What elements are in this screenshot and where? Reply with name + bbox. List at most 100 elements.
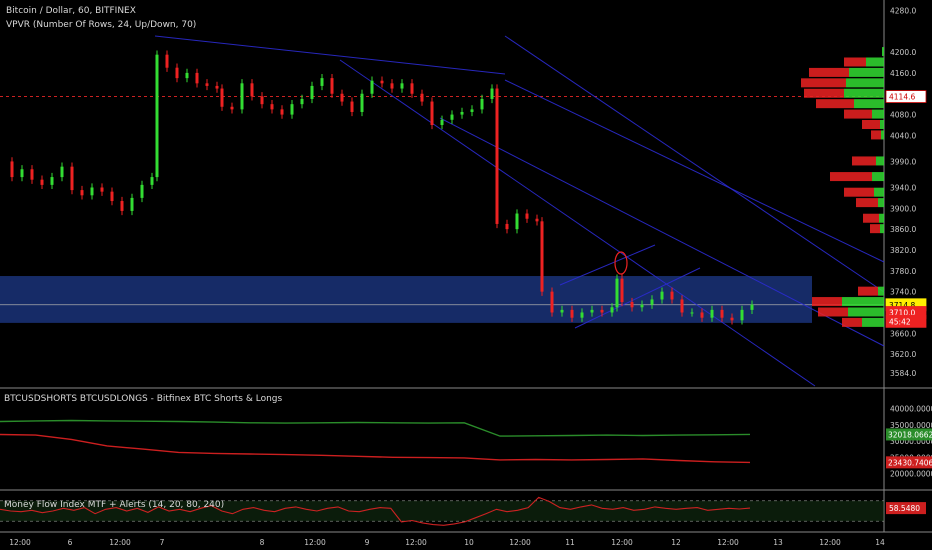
vpvr-up-bar xyxy=(882,47,884,57)
candle-body xyxy=(495,88,499,224)
candle-body xyxy=(700,312,704,318)
candle-body xyxy=(290,104,294,115)
trend-channel-line xyxy=(154,35,506,75)
candle-body xyxy=(370,80,374,94)
vpvr-up-bar xyxy=(878,286,884,296)
time-tick: 12:00 xyxy=(611,538,633,547)
chart-window[interactable]: 4280.04200.04160.04120.04080.04040.03990… xyxy=(0,0,932,550)
time-tick: 12:00 xyxy=(819,538,841,547)
vpvr-up-bar xyxy=(844,88,884,98)
series-line-btcusdshorts xyxy=(0,433,751,464)
price-tick: 3584.0 xyxy=(890,369,916,378)
vpvr-up-bar xyxy=(878,198,884,208)
candle-body xyxy=(680,299,684,313)
highlight-circle xyxy=(614,251,628,275)
candle-body xyxy=(140,184,144,198)
time-tick: 8 xyxy=(260,538,265,547)
candle-body xyxy=(400,83,404,89)
candle-body xyxy=(440,119,444,125)
vpvr-up-bar xyxy=(849,67,884,77)
candle-body xyxy=(640,304,644,308)
candle-body xyxy=(690,312,694,314)
price-tick: 4080.0 xyxy=(890,111,916,120)
symbol-title: Bitcoin / Dollar, 60, BITFINEX xyxy=(6,6,136,16)
candle-body xyxy=(175,67,179,79)
price-badge-label: 4114.6 xyxy=(889,93,915,102)
candle-body xyxy=(615,278,619,308)
vpvr-down-bar xyxy=(870,224,880,234)
candle-body xyxy=(270,104,274,110)
candle-body xyxy=(410,83,414,94)
trend-channel-line xyxy=(339,59,816,387)
mfi-title: Money Flow Index MTF + Alerts (14, 20, 8… xyxy=(4,500,225,510)
vpvr-down-bar xyxy=(856,198,878,208)
candle-body xyxy=(670,291,674,300)
candle-body xyxy=(740,309,744,321)
price-tick: 3940.0 xyxy=(890,183,916,192)
candle-body xyxy=(560,309,564,313)
candle-body xyxy=(130,197,134,211)
candle-body xyxy=(30,169,34,180)
vpvr-down-bar xyxy=(830,172,872,182)
vpvr-up-bar xyxy=(880,119,884,129)
vpvr-up-bar xyxy=(881,130,884,140)
vpvr-up-bar xyxy=(854,99,884,109)
vpvr-up-bar xyxy=(866,57,884,67)
candle-body xyxy=(360,93,364,112)
candle-body xyxy=(420,93,424,102)
vpvr-down-bar xyxy=(871,130,881,140)
time-tick: 12:00 xyxy=(304,538,326,547)
vpvr-down-bar xyxy=(858,286,878,296)
vpvr-down-bar xyxy=(844,187,874,197)
vpvr-up-bar xyxy=(876,156,884,166)
candle-body xyxy=(10,161,14,178)
candle-body xyxy=(630,302,634,308)
candle-body xyxy=(50,177,54,185)
candle-body xyxy=(90,187,94,196)
price-tick: 4200.0 xyxy=(890,48,916,57)
candle-body xyxy=(380,80,384,84)
time-tick: 9 xyxy=(365,538,370,547)
candle-body xyxy=(340,93,344,102)
candle-body xyxy=(460,111,464,115)
price-tick: 3660.0 xyxy=(890,329,916,338)
vpvr-up-bar xyxy=(879,213,884,223)
candle-body xyxy=(205,83,209,86)
vpvr-down-bar xyxy=(812,297,842,307)
candle-body xyxy=(570,309,574,318)
time-tick: 12:00 xyxy=(109,538,131,547)
candle-body xyxy=(165,54,169,68)
price-tick: 4160.0 xyxy=(890,69,916,78)
support-zone xyxy=(0,276,812,323)
chart-canvas[interactable]: 4280.04200.04160.04120.04080.04040.03990… xyxy=(0,0,932,550)
price-tick: 3740.0 xyxy=(890,288,916,297)
vpvr-down-bar xyxy=(816,99,854,109)
shorts-longs-title: BTCUSDSHORTS BTCUSDLONGS - Bitfinex BTC … xyxy=(4,394,283,404)
time-tick: 11 xyxy=(565,538,575,547)
candle-body xyxy=(330,78,334,94)
time-tick: 10 xyxy=(464,538,474,547)
candle-body xyxy=(580,312,584,318)
price-tick: 3820.0 xyxy=(890,246,916,255)
time-tick: 12:00 xyxy=(509,538,531,547)
time-tick: 12:00 xyxy=(405,538,427,547)
price-tick: 3990.0 xyxy=(890,157,916,166)
candle-body xyxy=(600,309,604,313)
candle-body xyxy=(660,291,664,300)
vpvr-up-bar xyxy=(872,109,884,119)
candle-body xyxy=(100,187,104,192)
time-tick: 14 xyxy=(875,538,885,547)
vpvr-up-bar xyxy=(842,297,884,307)
candle-body xyxy=(250,83,254,97)
candle-body xyxy=(470,109,474,112)
price-badge-label: 45:42 xyxy=(889,317,911,326)
vpvr-down-bar xyxy=(852,156,876,166)
price-tick: 4040.0 xyxy=(890,131,916,140)
candle-body xyxy=(430,101,434,125)
indicator-tick: 40000.0000 xyxy=(890,405,932,414)
vpvr-down-bar xyxy=(801,78,846,88)
candle-body xyxy=(610,307,614,313)
vpvr-up-bar xyxy=(872,172,884,182)
candle-body xyxy=(120,201,124,211)
candle-body xyxy=(515,213,519,230)
